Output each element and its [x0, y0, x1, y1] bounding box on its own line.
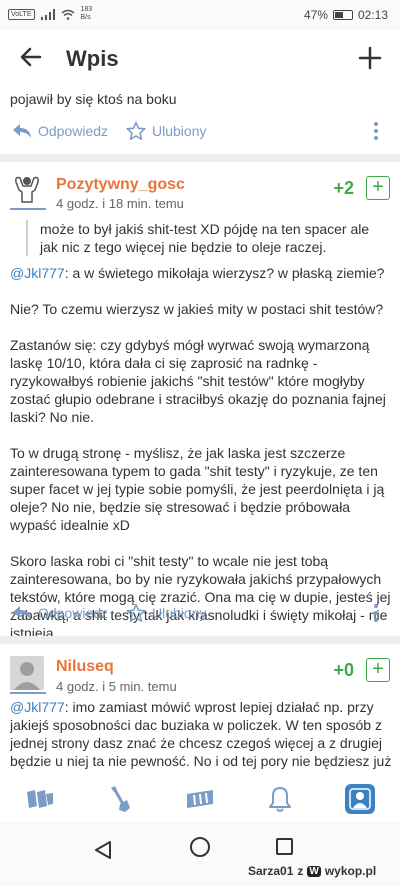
status-bar: VoLTE 183 B/s 47% 02:13 [0, 0, 400, 30]
reply-icon [13, 124, 31, 138]
star-icon [126, 121, 146, 140]
clock: 02:13 [357, 8, 388, 22]
watermark-user: Sarza01 [248, 864, 294, 878]
battery-percent: 47% [303, 8, 328, 22]
comment-paragraph: Skoro laska robi ci "shit testy" to wcal… [10, 553, 391, 641]
author-name[interactable]: Pozytywny_gosc [56, 176, 185, 194]
quoted-text: może to był jakiś shit-test XD pójdę na … [26, 220, 386, 256]
avatar-underline [10, 208, 46, 210]
divider [0, 636, 400, 644]
more-options-icon[interactable] [374, 604, 378, 622]
plus-vote-button[interactable]: + [366, 176, 390, 200]
wykop-logo-icon: W [307, 865, 321, 877]
reply-label: Odpowiedz [38, 123, 109, 139]
reply-icon [13, 606, 31, 620]
status-right: 47% 02:13 [304, 8, 388, 22]
app-header: Wpis [0, 30, 400, 86]
comment-actions: Odpowiedz Ulubiony [0, 598, 400, 628]
comment-paragraph: Nie? To czemu wierzysz w jakieś mity w p… [10, 301, 384, 317]
home-icon[interactable] [20, 779, 60, 819]
comment-time: 4 godz. i 18 min. temu [56, 196, 184, 211]
profile-icon[interactable] [340, 779, 380, 819]
divider [0, 154, 400, 162]
favorite-label: Ulubiony [152, 123, 207, 139]
default-avatar-icon [10, 656, 44, 690]
signal-icon [40, 8, 55, 20]
previous-comment-text: pojawił by się ktoś na boku [10, 91, 177, 107]
network-speed: 183 B/s [81, 6, 93, 22]
bell-icon[interactable] [260, 779, 300, 819]
comment-text: : imo zamiast mówić wprost lepiej działa… [10, 699, 392, 769]
speed-unit: B/s [80, 14, 91, 21]
plus-icon[interactable] [358, 46, 382, 70]
comment-time: 4 godz. i 5 min. temu [56, 679, 177, 694]
vote-count: +0 [333, 660, 354, 680]
profile-active-bg [345, 784, 375, 814]
page-title: Wpis [66, 46, 119, 71]
star-icon [126, 603, 146, 622]
reply-button[interactable]: Odpowiedz [12, 123, 108, 139]
recents-square-icon[interactable] [276, 838, 293, 855]
more-options-icon[interactable] [374, 122, 378, 140]
comment-paragraph: @Jkl777: a w świetego mikołaja wierzysz?… [10, 264, 392, 282]
reply-label: Odpowiedz [38, 605, 109, 621]
back-triangle-icon[interactable] [94, 840, 112, 860]
comment-paragraph: To w drugą stronę - myślisz, że jak lask… [10, 445, 385, 533]
home-circle-icon[interactable] [190, 837, 210, 857]
favorite-button[interactable]: Ulubiony [126, 121, 206, 141]
reply-button[interactable]: Odpowiedz [12, 605, 108, 621]
vote-count: +2 [333, 178, 354, 198]
plus-vote-button[interactable]: + [366, 658, 390, 682]
watermark-site: wykop.pl [324, 864, 377, 878]
speed-value: 183 [80, 6, 93, 13]
favorite-label: Ulubiony [152, 605, 207, 621]
bodybuilder-avatar-icon [10, 172, 44, 206]
avatar[interactable] [10, 172, 44, 206]
wifi-icon [61, 9, 74, 20]
watermark-z: z [297, 864, 304, 878]
comment-actions: Odpowiedz Ulubiony [0, 116, 400, 146]
user-mention[interactable]: @Jkl777 [10, 265, 65, 281]
comment-paragraph: Zastanów się: czy gdybyś mógł wyrwać swo… [10, 337, 386, 425]
comment-text: : a w świetego mikołaja wierzysz? w płas… [64, 265, 385, 281]
network-badge: VoLTE [8, 8, 35, 20]
author-name[interactable]: Niluseq [56, 658, 114, 676]
shovel-icon[interactable] [100, 779, 140, 819]
comment-body: @Jkl777: imo zamiast mówić wprost lepiej… [10, 698, 392, 772]
status-left: VoLTE 183 B/s [8, 6, 92, 22]
bottom-navigation [0, 776, 400, 822]
mikroblog-icon[interactable] [180, 779, 220, 819]
avatar-underline [10, 692, 46, 694]
avatar[interactable] [10, 656, 44, 690]
battery-icon [332, 10, 353, 20]
watermark: Sarza01 z W wykop.pl [248, 864, 376, 878]
favorite-button[interactable]: Ulubiony [126, 603, 206, 623]
arrow-left-icon[interactable] [18, 44, 44, 70]
user-mention[interactable]: @Jkl777 [10, 699, 65, 715]
